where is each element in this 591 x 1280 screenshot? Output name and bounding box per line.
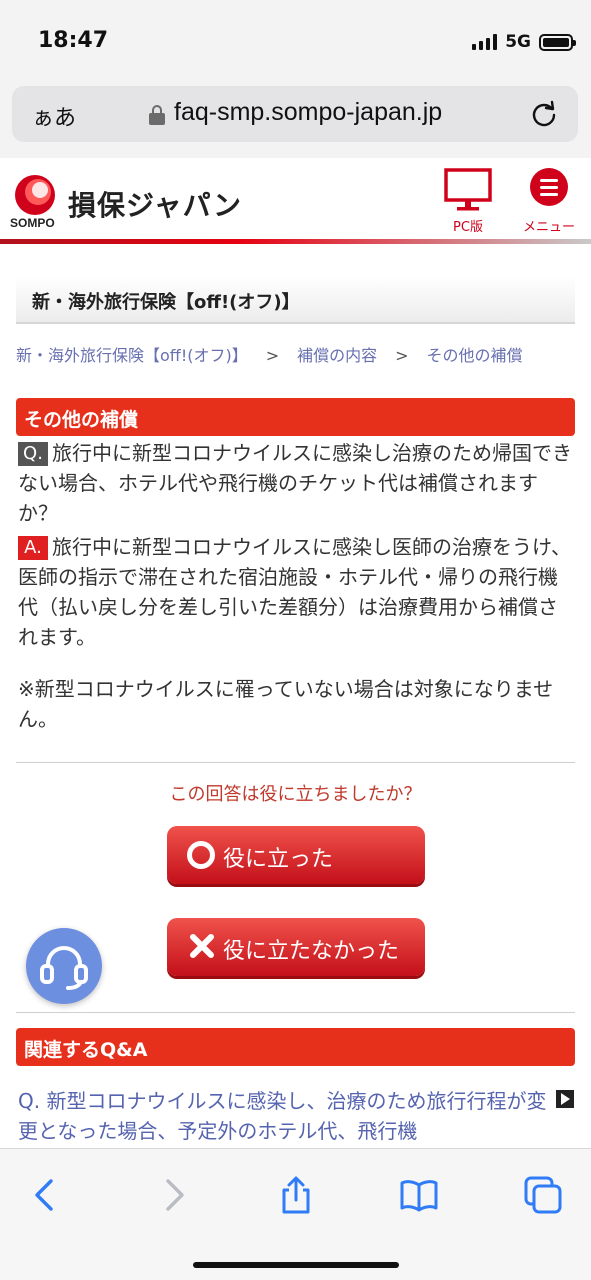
breadcrumb-item-category[interactable]: 新・海外旅行保険【off!(オフ)】 xyxy=(16,346,248,365)
sompo-logo-icon[interactable] xyxy=(14,174,56,216)
tabs-icon[interactable] xyxy=(523,1175,563,1215)
headset-icon xyxy=(40,946,88,990)
question-tag: Q. xyxy=(18,442,48,466)
status-indicators: 5G xyxy=(472,32,576,52)
reload-icon[interactable] xyxy=(530,100,558,128)
monitor-icon xyxy=(444,168,492,211)
answer-tag: A. xyxy=(18,536,48,560)
logo-sompo-text: SOMPO xyxy=(10,216,55,230)
chevron-right-icon[interactable] xyxy=(153,1175,193,1215)
faq-note: ※新型コロナウイルスに罹っていない場合は対象になりません。 xyxy=(18,677,554,731)
question-text: 旅行中に新型コロナウイルスに感染し治療のため帰国できない場合、ホテル代や飛行機の… xyxy=(18,441,572,525)
category-bar: 新・海外旅行保険【off!(オフ)】 xyxy=(16,276,575,324)
support-chat-button[interactable] xyxy=(26,928,102,1004)
answer-text: 旅行中に新型コロナウイルスに感染し医師の治療をうけ、医師の指示で滞在された宿泊施… xyxy=(18,535,571,649)
network-type: 5G xyxy=(505,32,531,52)
pc-version-label: PC版 xyxy=(453,220,483,235)
header-accent-line xyxy=(0,239,591,244)
menu-label: メニュー xyxy=(522,220,575,235)
hamburger-icon xyxy=(530,168,568,206)
divider xyxy=(16,762,575,763)
site-logo-name[interactable]: 損保ジャパン xyxy=(68,184,242,224)
cross-icon xyxy=(190,934,214,958)
play-icon xyxy=(556,1090,574,1108)
helpful-label: 役に立った xyxy=(223,847,334,872)
breadcrumb-separator: > xyxy=(265,346,280,365)
breadcrumb: 新・海外旅行保険【off!(オフ)】 > 補償の内容 > その他の補償 xyxy=(16,342,576,370)
url-text[interactable]: faq-smp.sompo-japan.jp xyxy=(174,98,442,127)
related-item[interactable]: Q. 新型コロナウイルスに感染し、治療のため旅行行程が変更となった場合、予定外の… xyxy=(18,1086,548,1146)
site-header: SOMPO 損保ジャパン PC版 メニュー xyxy=(0,158,591,244)
lock-icon xyxy=(149,105,165,125)
breadcrumb-item-other[interactable]: その他の補償 xyxy=(427,346,523,365)
browser-toolbar xyxy=(0,1148,591,1280)
feedback-question: この回答は役に立ちましたか？ xyxy=(169,784,422,805)
menu-button[interactable]: メニュー xyxy=(520,168,578,235)
divider xyxy=(16,1012,575,1013)
status-time: 18:47 xyxy=(38,28,109,53)
chevron-left-icon[interactable] xyxy=(26,1175,66,1215)
helpful-button[interactable]: 役に立った xyxy=(167,826,425,884)
section-heading: その他の補償 xyxy=(16,398,575,436)
home-indicator xyxy=(193,1262,399,1268)
browser-top-chrome: 18:47 5G ぁあ faq-smp.sompo-japan.jp xyxy=(0,0,591,158)
breadcrumb-item-coverage[interactable]: 補償の内容 xyxy=(297,346,377,365)
not-helpful-label: 役に立たなかった xyxy=(223,939,400,964)
pc-version-button[interactable]: PC版 xyxy=(440,168,496,235)
faq-question: Q. 旅行中に新型コロナウイルスに感染し治療のため帰国できない場合、ホテル代や飛行… xyxy=(18,438,573,528)
category-title: 新・海外旅行保険【off!(オフ)】 xyxy=(32,292,300,313)
faq-answer: A. 旅行中に新型コロナウイルスに感染し医師の治療をうけ、医師の指示で滞在された宿… xyxy=(18,532,573,652)
address-bar[interactable]: ぁあ faq-smp.sompo-japan.jp xyxy=(12,86,578,142)
related-heading: 関連するQ&A xyxy=(16,1028,575,1066)
breadcrumb-separator: > xyxy=(395,346,409,365)
cellular-signal-icon xyxy=(472,34,498,50)
battery-icon xyxy=(539,33,576,51)
circle-icon xyxy=(187,841,215,869)
book-icon[interactable] xyxy=(399,1175,439,1215)
share-icon[interactable] xyxy=(276,1175,316,1215)
not-helpful-button[interactable]: 役に立たなかった xyxy=(167,918,425,976)
reader-options-button[interactable]: ぁあ xyxy=(32,100,76,132)
